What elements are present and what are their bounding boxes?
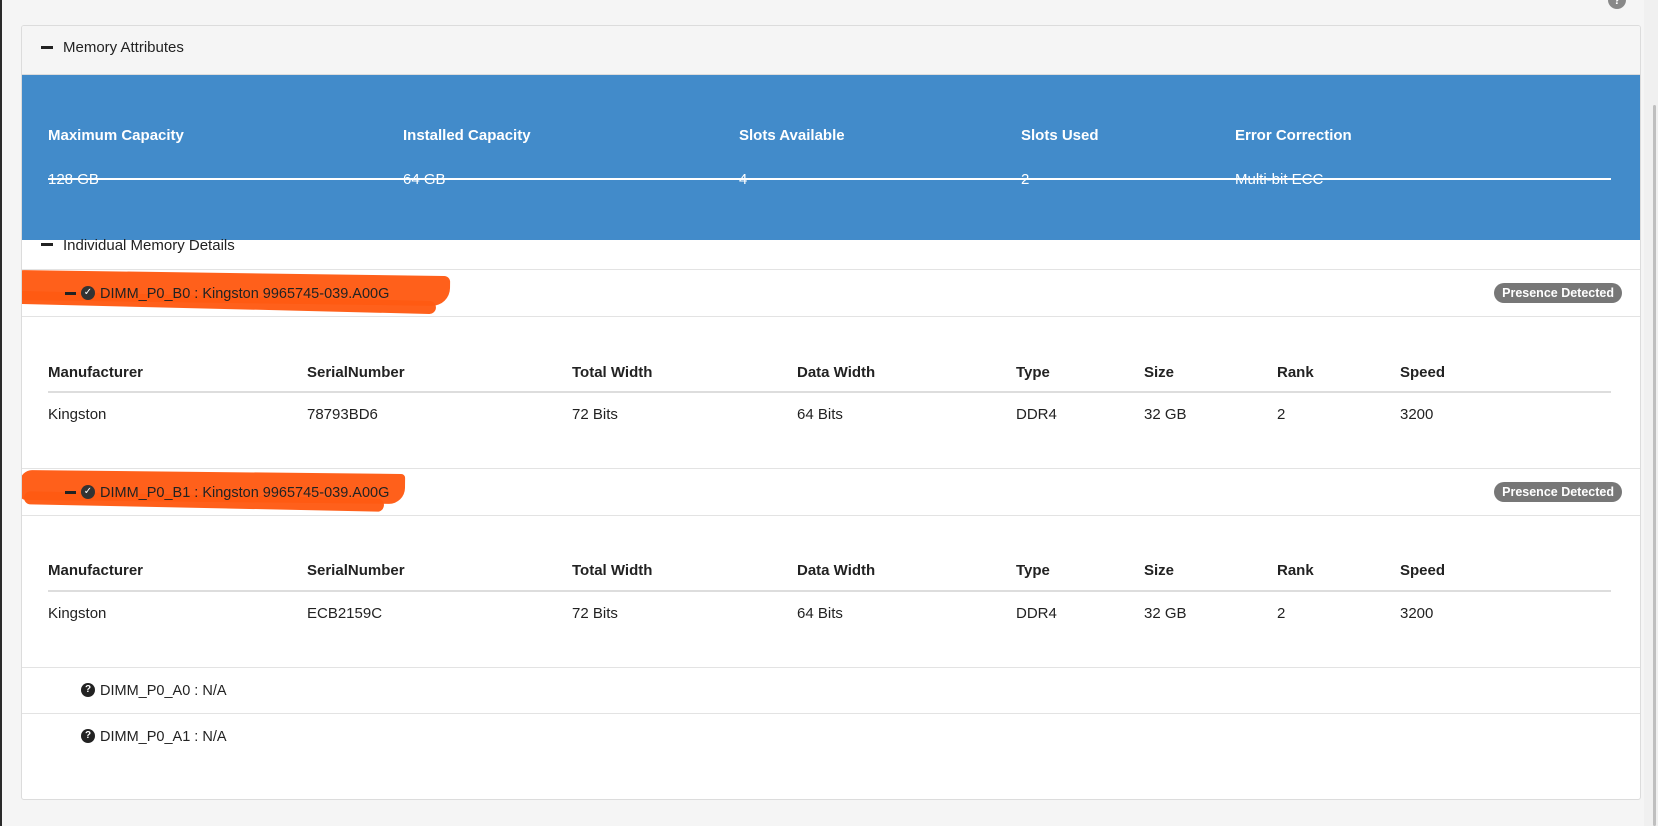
table-divider: [48, 590, 1611, 592]
header-maximum-capacity: Maximum Capacity: [48, 127, 184, 144]
cell-data-width: 64 Bits: [797, 605, 843, 622]
cell-manufacturer: Kingston: [48, 605, 107, 622]
cell-type: DDR4: [1016, 406, 1057, 423]
individual-memory-title: Individual Memory Details: [63, 237, 235, 254]
cell-size: 32 GB: [1144, 406, 1187, 423]
header-serial-number: SerialNumber: [307, 562, 405, 579]
minus-icon[interactable]: [41, 243, 53, 246]
header-type: Type: [1016, 562, 1050, 579]
header-slots-used: Slots Used: [1021, 127, 1099, 144]
dimm-name: DIMM_P0_B0 : Kingston 9965745-039.A00G: [100, 286, 390, 302]
header-size: Size: [1144, 364, 1175, 381]
header-serial-number: SerialNumber: [307, 364, 405, 381]
header-total-width: Total Width: [572, 562, 653, 579]
cell-size: 32 GB: [1144, 605, 1187, 622]
memory-card: Memory Attributes Maximum Capacity Insta…: [21, 25, 1641, 800]
header-rank: Rank: [1277, 364, 1314, 381]
header-rank: Rank: [1277, 562, 1314, 579]
cell-type: DDR4: [1016, 605, 1057, 622]
value-slots-available: 4: [739, 171, 748, 188]
value-maximum-capacity: 128 GB: [48, 171, 99, 188]
memory-attributes-title: Memory Attributes: [63, 39, 184, 56]
header-speed: Speed: [1400, 562, 1446, 579]
dimm-name: DIMM_P0_B1 : Kingston 9965745-039.A00G: [100, 485, 390, 501]
value-error-correction: Multi-bit ECC: [1235, 171, 1324, 188]
header-manufacturer: Manufacturer: [48, 562, 144, 579]
header-manufacturer: Manufacturer: [48, 364, 144, 381]
cell-total-width: 72 Bits: [572, 605, 618, 622]
question-circle-icon: ?: [81, 683, 95, 697]
empty-slot-row[interactable]: ? DIMM_P0_A0 : N/A: [22, 668, 1640, 714]
cell-serial-number: 78793BD6: [307, 406, 378, 423]
header-data-width: Data Width: [797, 364, 876, 381]
minus-icon[interactable]: [65, 491, 76, 494]
dimm-details-table: Manufacturer SerialNumber Total Width Da…: [22, 516, 1640, 668]
dimm-name: DIMM_P0_A1 : N/A: [100, 729, 227, 745]
cell-manufacturer: Kingston: [48, 406, 107, 423]
dimm-name: DIMM_P0_A0 : N/A: [100, 683, 227, 699]
status-badge: Presence Detected: [1494, 482, 1622, 502]
value-slots-used: 2: [1021, 171, 1030, 188]
minus-icon[interactable]: [65, 292, 76, 295]
dimm-header-row[interactable]: ✓ DIMM_P0_B1 : Kingston 9965745-039.A00G…: [22, 469, 1640, 516]
header-size: Size: [1144, 562, 1175, 579]
minus-icon[interactable]: [41, 46, 53, 49]
individual-memory-header[interactable]: Individual Memory Details: [22, 224, 1640, 270]
check-circle-icon: ✓: [81, 485, 95, 499]
value-installed-capacity: 64 GB: [403, 171, 446, 188]
cell-data-width: 64 Bits: [797, 406, 843, 423]
header-speed: Speed: [1400, 364, 1446, 381]
page: ? Memory Attributes Maximum Capacity Ins…: [0, 0, 1658, 826]
cell-serial-number: ECB2159C: [307, 605, 383, 622]
scrollbar[interactable]: [1644, 0, 1658, 826]
header-error-correction: Error Correction: [1235, 127, 1352, 144]
memory-attributes-header[interactable]: Memory Attributes: [22, 26, 1640, 75]
dimm-details-table: Manufacturer SerialNumber Total Width Da…: [22, 317, 1640, 469]
memory-attributes-panel: Maximum Capacity Installed Capacity Slot…: [22, 75, 1640, 240]
question-circle-icon: ?: [81, 729, 95, 743]
header-total-width: Total Width: [572, 364, 653, 381]
help-icon[interactable]: ?: [1608, 0, 1626, 9]
header-data-width: Data Width: [797, 562, 876, 579]
status-badge: Presence Detected: [1494, 283, 1622, 303]
window-edge: [0, 0, 2, 826]
header-type: Type: [1016, 364, 1050, 381]
cell-speed: 3200: [1400, 406, 1434, 423]
empty-slot-row[interactable]: ? DIMM_P0_A1 : N/A: [22, 714, 1640, 760]
scrollbar-thumb[interactable]: [1653, 105, 1656, 826]
dimm-header-row[interactable]: ✓ DIMM_P0_B0 : Kingston 9965745-039.A00G…: [22, 269, 1640, 317]
check-circle-icon: ✓: [81, 286, 95, 300]
table-divider: [48, 391, 1611, 393]
header-slots-available: Slots Available: [739, 127, 845, 144]
cell-speed: 3200: [1400, 605, 1434, 622]
cell-rank: 2: [1277, 406, 1286, 423]
attr-divider: [48, 178, 1611, 180]
header-installed-capacity: Installed Capacity: [403, 127, 531, 144]
cell-rank: 2: [1277, 605, 1286, 622]
cell-total-width: 72 Bits: [572, 406, 618, 423]
